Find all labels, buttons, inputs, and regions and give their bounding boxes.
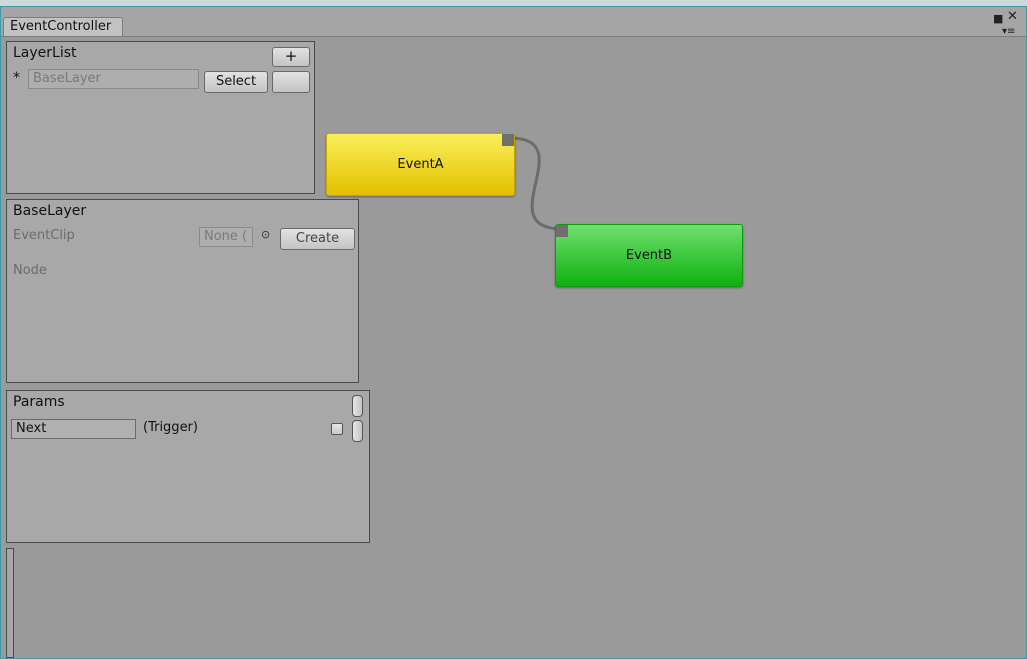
event-clip-label: EventClip [13,228,75,243]
base-layer-panel: BaseLayer EventClip None ( ⊙ Create Node [6,199,359,383]
event-controller-window: EventController ■ ✕ ▾≡ LayerList + * Bas… [0,6,1027,659]
layer-list-panel: LayerList + * BaseLayer Select [6,41,315,194]
params-title: Params [13,394,65,410]
select-layer-button[interactable]: Select [204,71,268,93]
add-layer-button[interactable]: + [272,47,310,67]
param-name-field[interactable]: Next [11,419,136,439]
remove-layer-button[interactable] [272,71,310,93]
param-remove-handle[interactable] [352,420,363,442]
create-clip-button[interactable]: Create [280,228,355,250]
params-scrollbar-top[interactable] [352,395,363,417]
param-type-label: (Trigger) [143,420,198,435]
object-picker-icon[interactable]: ⊙ [261,228,270,241]
node-label: Node [13,263,47,278]
layer-name-field[interactable]: BaseLayer [28,69,199,89]
trigger-checkbox[interactable] [331,423,343,435]
params-panel: Params Next (Trigger) [6,390,370,543]
node-event-a[interactable]: EventA [326,133,515,196]
node-event-a-label: EventA [397,157,444,172]
active-layer-marker: * [13,70,20,86]
base-layer-title: BaseLayer [13,203,87,219]
event-clip-field[interactable]: None ( [199,227,253,247]
bottom-scroll-bar[interactable] [6,548,14,658]
node-event-b-label: EventB [625,248,673,263]
layer-list-title: LayerList [13,45,77,61]
node-event-b-input-port[interactable] [556,225,568,237]
node-event-b[interactable]: EventB [555,224,743,287]
node-event-a-output-port[interactable] [502,134,514,146]
